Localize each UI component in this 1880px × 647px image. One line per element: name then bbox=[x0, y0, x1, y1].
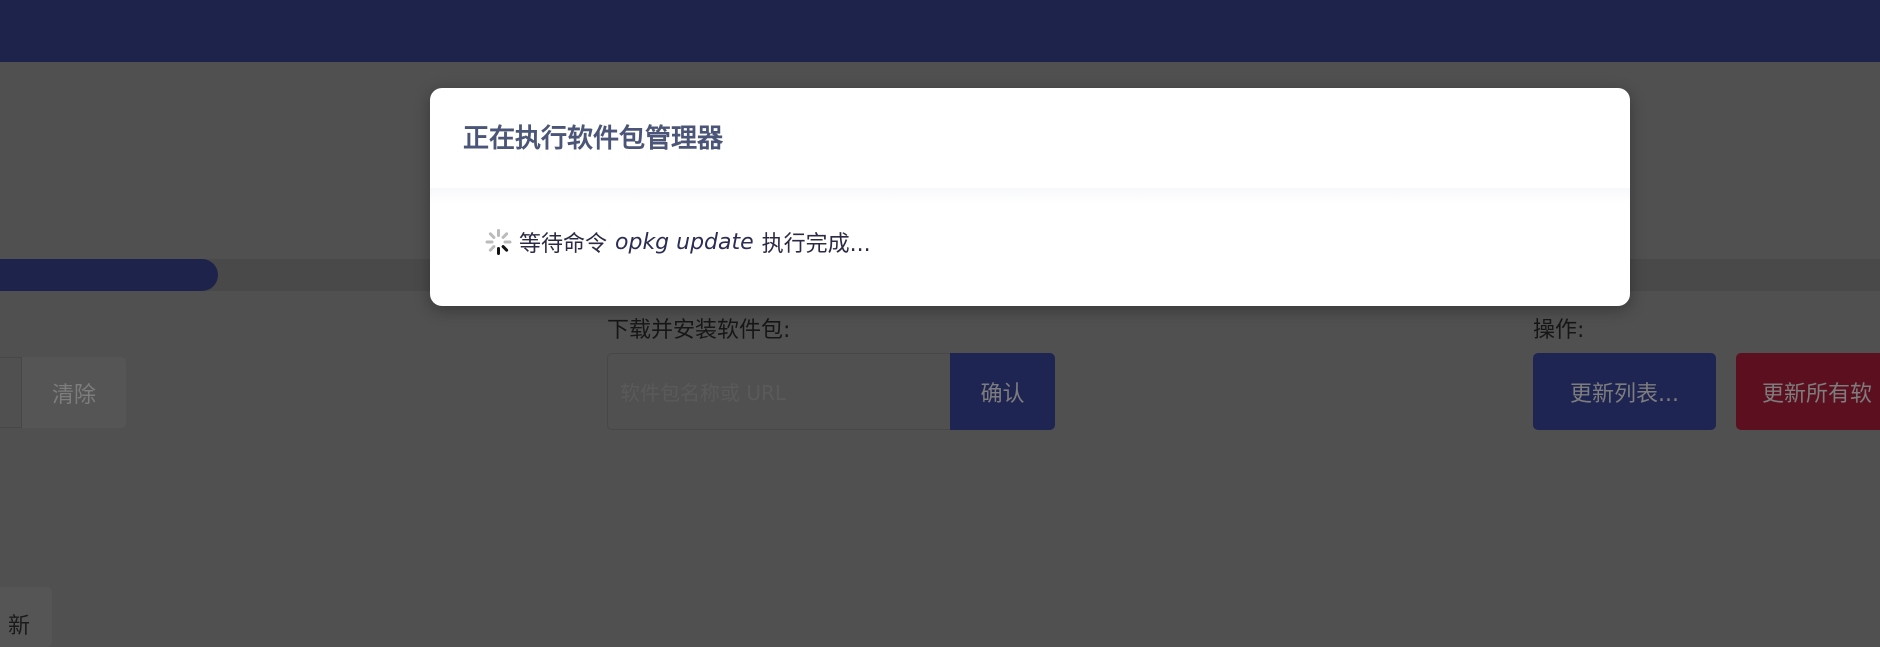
actions-label: 操作: bbox=[1533, 318, 1585, 343]
package-manager-modal: 正在执行软件包管理器 等待命令 opkg update 执行完成... bbox=[430, 88, 1630, 306]
message-suffix: 执行完成... bbox=[761, 232, 871, 257]
modal-title: 正在执行软件包管理器 bbox=[463, 124, 724, 154]
top-navbar bbox=[0, 0, 1880, 62]
message-prefix: 等待命令 bbox=[519, 232, 608, 257]
spinner-segment bbox=[500, 231, 509, 240]
progress-fill bbox=[0, 259, 219, 291]
confirm-button[interactable]: 确认 bbox=[950, 353, 1055, 430]
command-text: opkg update bbox=[615, 229, 754, 255]
upgrade-all-button[interactable]: 更新所有软 bbox=[1736, 353, 1880, 430]
clear-button[interactable]: 清除 bbox=[22, 357, 126, 428]
bottom-partial-button[interactable]: 新 bbox=[0, 587, 52, 647]
spinner-segment bbox=[497, 247, 500, 255]
update-lists-button[interactable]: 更新列表... bbox=[1533, 353, 1716, 430]
loading-spinner-icon bbox=[485, 229, 512, 255]
modal-divider bbox=[430, 188, 1630, 204]
spinner-segment bbox=[485, 240, 494, 244]
spinner-segment bbox=[500, 244, 509, 253]
spinner-segment bbox=[497, 229, 500, 237]
modal-message: 等待命令 opkg update 执行完成... bbox=[485, 226, 871, 258]
spinner-segment bbox=[488, 244, 497, 253]
package-url-input[interactable]: 软件包名称或 URL bbox=[607, 353, 951, 430]
filter-input[interactable] bbox=[0, 357, 22, 428]
install-label: 下载并安装软件包: bbox=[607, 318, 791, 343]
spinner-segment bbox=[488, 231, 497, 240]
spinner-segment bbox=[503, 240, 512, 244]
